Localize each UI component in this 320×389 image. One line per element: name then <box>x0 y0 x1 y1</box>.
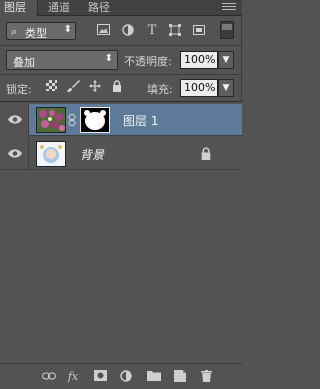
lock-transparent-icon[interactable] <box>44 80 58 94</box>
fill-input[interactable]: 100% <box>180 79 218 97</box>
smart-object-filter-icon[interactable] <box>192 24 206 38</box>
baby-photo-thumbnail-icon <box>37 142 65 166</box>
group-folder-icon[interactable] <box>147 370 161 384</box>
visibility-toggle[interactable] <box>0 138 29 170</box>
adjustment-filter-icon[interactable] <box>121 24 135 38</box>
delete-icon[interactable] <box>199 370 213 384</box>
eye-icon <box>8 115 22 124</box>
fill-dropdown-button[interactable]: ▼ <box>218 79 234 97</box>
updown-arrow-icon: ⬍ <box>63 24 72 35</box>
visibility-toggle[interactable] <box>0 104 29 136</box>
opacity-label: 不透明度: <box>124 55 172 68</box>
tab-paths[interactable]: 路径 <box>84 0 116 16</box>
mask-link-icon[interactable] <box>68 114 76 126</box>
filter-kind-label: 类型 <box>25 27 47 40</box>
divider <box>0 74 242 75</box>
add-mask-icon[interactable] <box>93 370 107 384</box>
updown-arrow-icon: ⬍ <box>104 53 113 64</box>
lock-image-brush-icon[interactable] <box>66 80 80 94</box>
filter-toggle-switch[interactable] <box>220 21 234 39</box>
layer-row-background[interactable]: 背景 <box>0 138 242 170</box>
layers-list: 图层 1 背景 <box>0 101 242 363</box>
pixel-filter-icon[interactable] <box>96 24 110 38</box>
mask-shape-icon <box>81 108 109 132</box>
tab-channels[interactable]: 通道 <box>44 0 76 16</box>
layer-name[interactable]: 背景 <box>80 146 104 163</box>
lock-position-icon[interactable] <box>88 80 102 94</box>
fill-label: 填充: <box>147 83 173 96</box>
layer-mask-thumbnail[interactable] <box>80 107 110 133</box>
link-layers-icon[interactable] <box>42 370 56 384</box>
panel-tab-bar: 图层 通道 路径 <box>0 0 242 16</box>
opacity-input[interactable]: 100% <box>180 51 218 69</box>
layer-thumbnail[interactable] <box>36 107 66 133</box>
tab-layers[interactable]: 图层 <box>0 0 38 16</box>
eye-icon <box>8 149 22 158</box>
shape-filter-icon[interactable] <box>168 24 182 38</box>
opacity-dropdown-button[interactable]: ▼ <box>218 51 234 69</box>
layer-row-layer1[interactable]: 图层 1 <box>0 104 242 136</box>
lock-all-icon[interactable] <box>110 80 124 94</box>
fx-icon[interactable]: fx <box>66 370 80 384</box>
layers-panel: 图层 通道 路径 ⌕ 类型 ⬍ T 叠加 ⬍ 不透明度: 100% ▼ 锁定: <box>0 0 242 389</box>
layer-name[interactable]: 图层 1 <box>123 112 158 129</box>
lock-icon <box>201 147 211 160</box>
layer-thumbnail[interactable] <box>36 141 66 167</box>
adjustment-layer-icon[interactable] <box>119 370 133 384</box>
panel-menu-icon[interactable] <box>222 3 236 13</box>
panel-footer: fx <box>0 363 242 389</box>
filter-kind-select[interactable]: ⌕ 类型 ⬍ <box>6 22 76 40</box>
flowers-thumbnail-icon <box>37 108 65 132</box>
type-filter-icon[interactable]: T <box>145 24 159 38</box>
search-icon: ⌕ <box>11 25 18 38</box>
lock-label: 锁定: <box>6 83 32 96</box>
blend-mode-label: 叠加 <box>13 56 35 69</box>
blend-mode-select[interactable]: 叠加 ⬍ <box>6 50 118 70</box>
new-layer-icon[interactable] <box>173 370 187 384</box>
divider <box>0 45 242 46</box>
